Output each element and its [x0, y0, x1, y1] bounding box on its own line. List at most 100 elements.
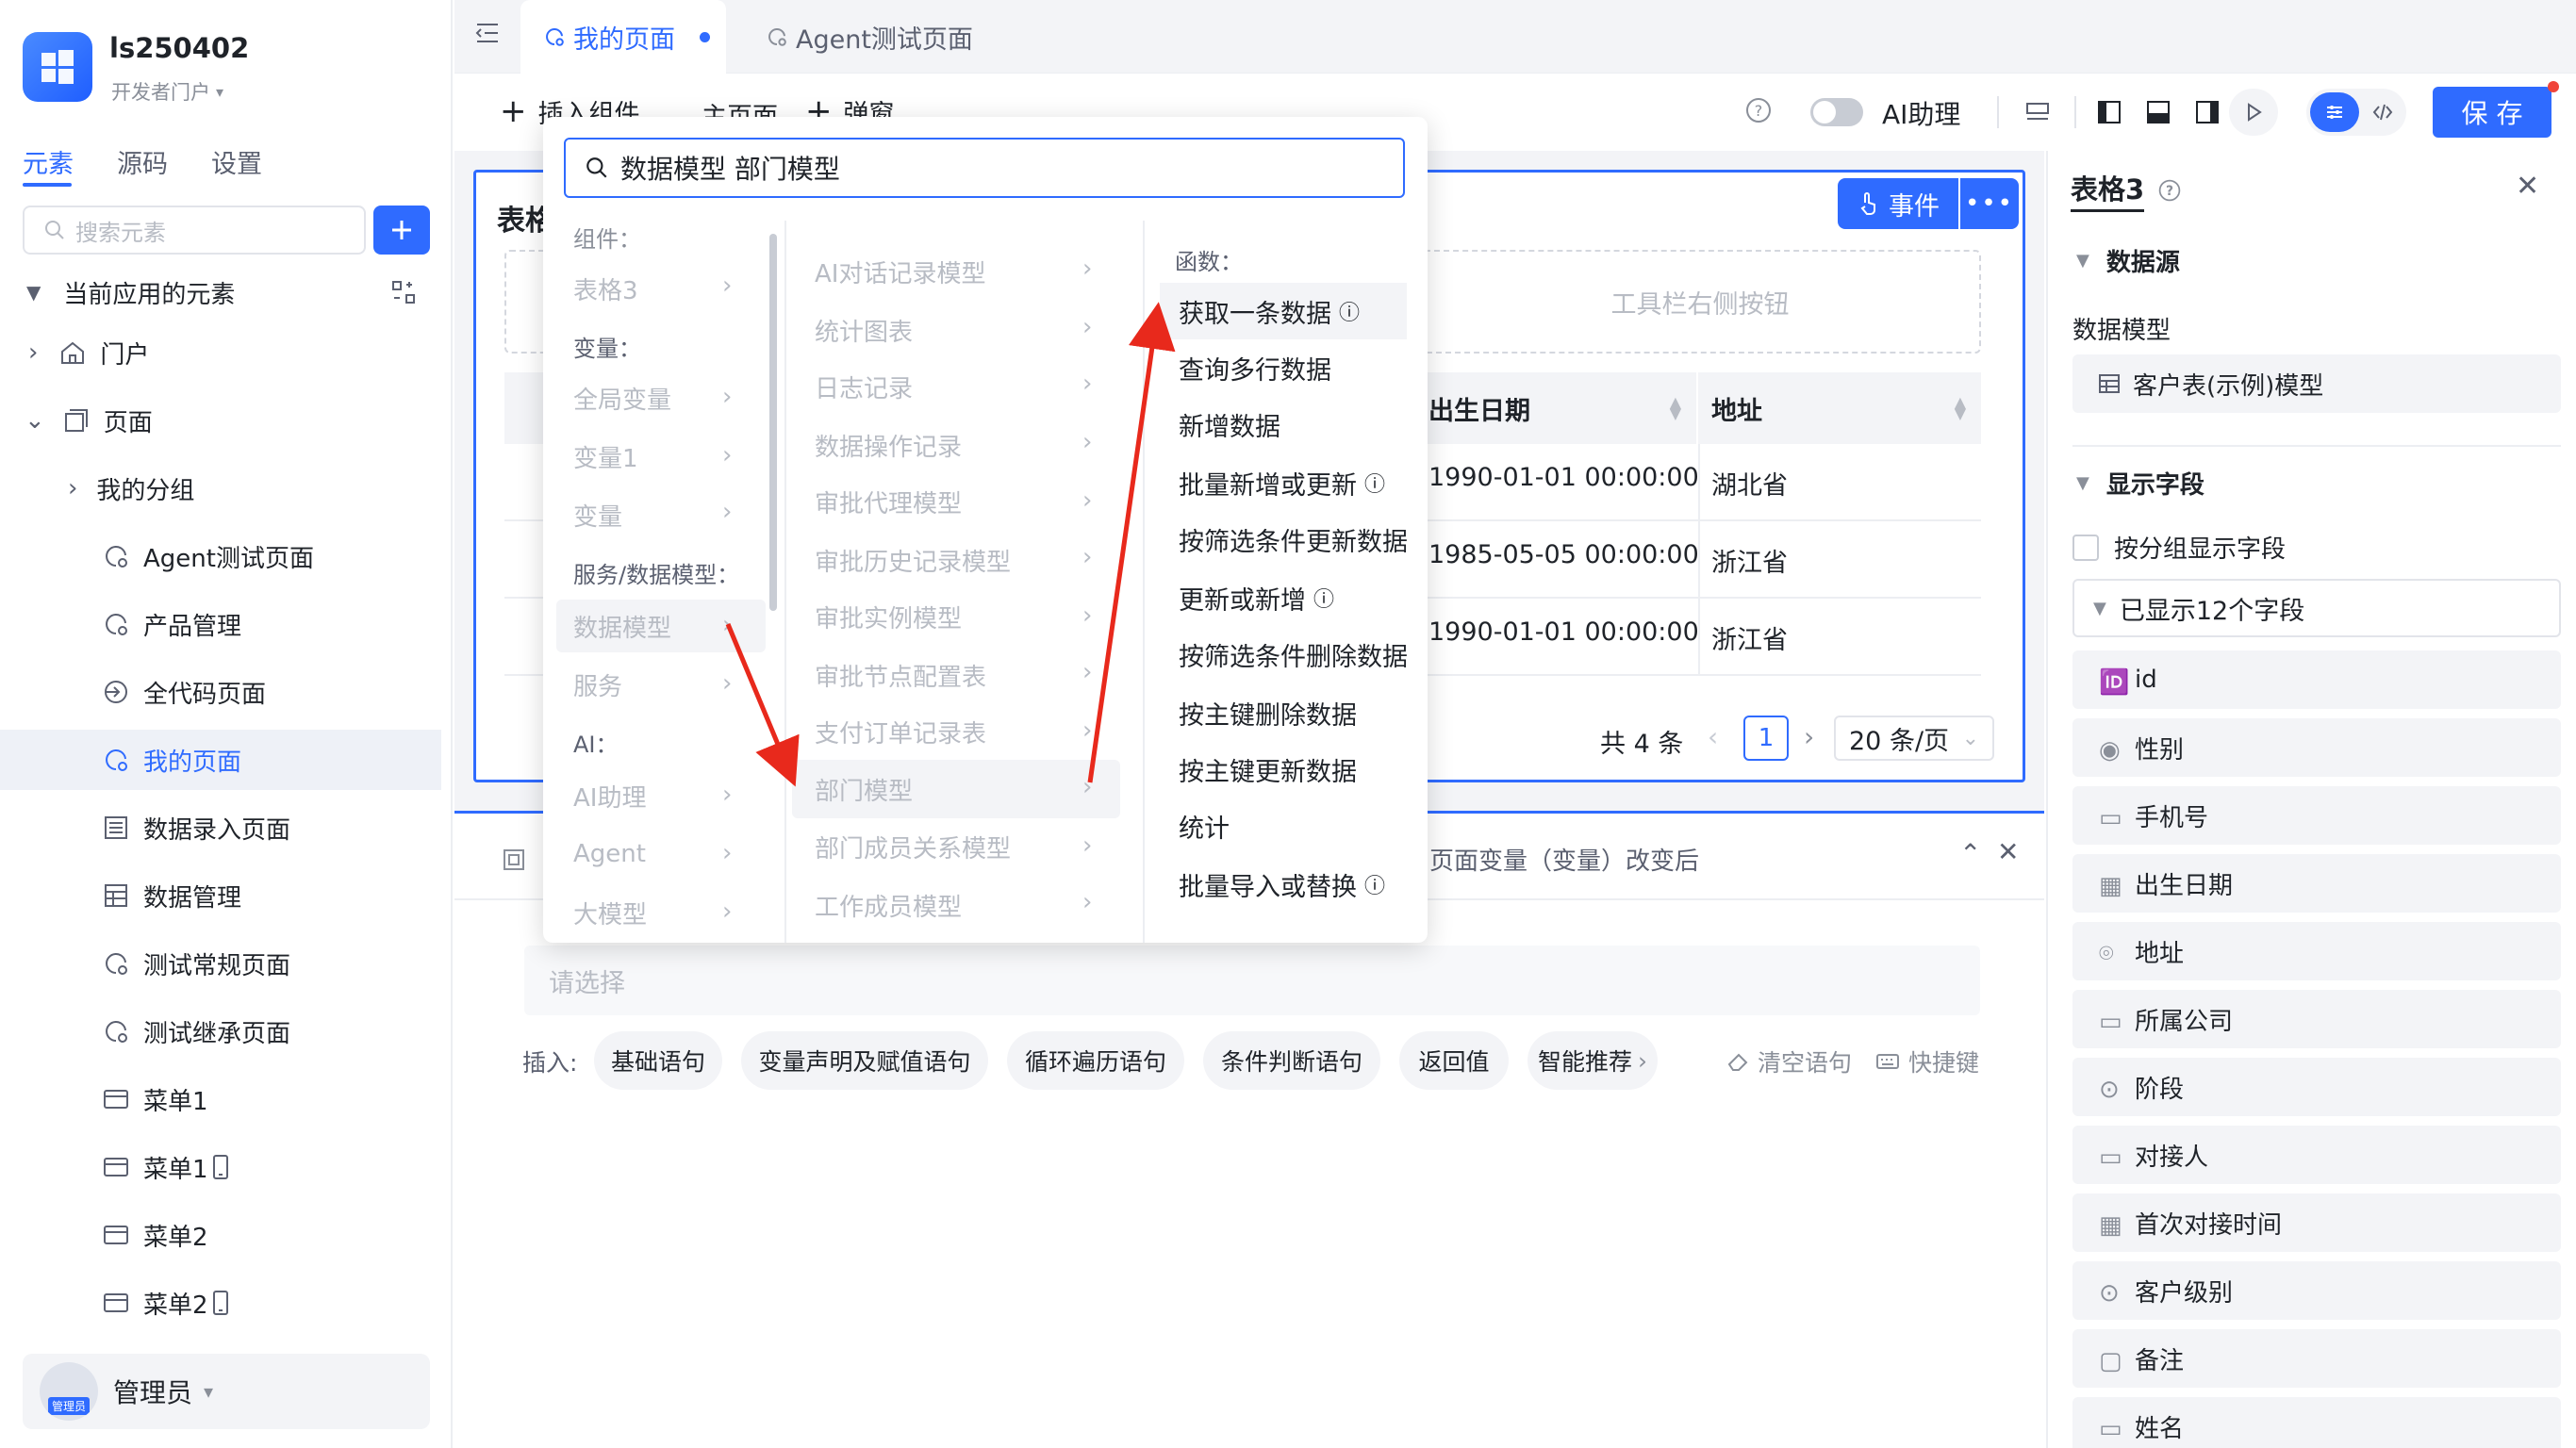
field-row[interactable]: ⌾ 地址	[2072, 922, 2561, 980]
next-page-icon[interactable]: ›	[1804, 721, 1814, 752]
field-row[interactable]: ▦ 首次对接时间	[2072, 1193, 2561, 1252]
user-menu[interactable]: 管理员 管理员 ▾	[23, 1354, 430, 1429]
statement-select[interactable]: 请选择	[524, 946, 1980, 1015]
function-batch-upsert[interactable]: 批量新增或更新 ⓘ	[1145, 454, 1409, 511]
tab-elements[interactable]: 元素	[23, 143, 74, 180]
return-value-button[interactable]: 返回值	[1399, 1031, 1509, 1090]
model-item[interactable]: AI对话记录模型	[815, 245, 1098, 298]
field-row[interactable]: ▭ 姓名	[2072, 1397, 2561, 1448]
field-row[interactable]: ⊙ 阶段	[2072, 1058, 2561, 1116]
loop-statement-button[interactable]: 循环遍历语句	[1007, 1031, 1184, 1090]
dropdown-item-agent[interactable]: Agent	[573, 828, 762, 880]
panel-bottom-icon[interactable]	[2144, 98, 2172, 126]
collapse-icon[interactable]: ⌃	[1959, 838, 1981, 869]
page-number[interactable]: 1	[1743, 716, 1789, 761]
clear-statements-button[interactable]: 清空语句	[1726, 1045, 1852, 1078]
function-update-by-pk[interactable]: 按主键更新数据	[1145, 741, 1409, 798]
function-insert[interactable]: 新增数据	[1145, 396, 1409, 452]
sidebar-item-product-mgmt[interactable]: 产品管理	[0, 594, 441, 654]
dropdown-item-service[interactable]: 服务	[573, 658, 762, 711]
preview-button[interactable]	[2229, 89, 2278, 136]
model-item[interactable]: 审批代理模型	[815, 475, 1098, 528]
column-header-address[interactable]: 地址 ▲ ▼	[1698, 372, 1981, 444]
sidebar-item-menu2-mobile[interactable]: 菜单2	[0, 1273, 441, 1333]
event-button[interactable]: 事件	[1838, 178, 1958, 229]
dropdown-item-table3[interactable]: 表格3	[573, 262, 762, 315]
shortcut-button[interactable]: 快捷键	[1874, 1045, 1979, 1078]
model-item[interactable]: 日志记录	[815, 360, 1098, 413]
display-fields-section[interactable]: ▼ 显示字段	[2076, 466, 2204, 501]
field-row[interactable]: 🆔 id	[2072, 650, 2561, 709]
field-row[interactable]: ▦ 出生日期	[2072, 854, 2561, 913]
sidebar-item-test-normal-page[interactable]: 测试常规页面	[0, 933, 441, 994]
sidebar-item-menu1-mobile[interactable]: 菜单1	[0, 1137, 441, 1197]
toolbar-right-slot[interactable]: 工具栏右侧按钮	[1419, 250, 1981, 354]
field-row[interactable]: ▭ 对接人	[2072, 1126, 2561, 1184]
basic-statement-button[interactable]: 基础语句	[594, 1031, 722, 1090]
field-row[interactable]: ▭ 手机号	[2072, 786, 2561, 845]
tab-my-page[interactable]: 我的页面	[520, 0, 726, 74]
help-icon[interactable]: ?	[1744, 96, 1773, 124]
dropdown-search-input[interactable]: 数据模型 部门模型	[564, 138, 1405, 198]
model-item[interactable]: 支付订单记录表	[815, 705, 1098, 758]
shown-fields-dropdown[interactable]: ▼ 已显示12个字段	[2072, 579, 2561, 637]
dropdown-item-global-vars[interactable]: 全局变量	[573, 371, 762, 424]
element-search-input[interactable]: 搜索元素	[23, 206, 366, 255]
collapse-all-icon[interactable]	[390, 279, 417, 305]
datamodel-select[interactable]: 客户表(示例)模型	[2072, 354, 2561, 413]
add-element-button[interactable]	[373, 206, 430, 255]
sidebar-item-pages[interactable]: ⌄ 页面	[0, 390, 441, 451]
sidebar-item-fullcode-page[interactable]: 全代码页面	[0, 662, 441, 722]
function-get-one[interactable]: 获取一条数据 ⓘ	[1160, 283, 1407, 339]
sidebar-item-agent-test-page[interactable]: Agent测试页面	[0, 526, 441, 586]
sidebar-item-my-group[interactable]: › 我的分组	[0, 458, 441, 518]
var-declare-button[interactable]: 变量声明及赋值语句	[741, 1031, 988, 1090]
scrollbar-thumb[interactable]	[769, 234, 777, 611]
tab-agent-test-page[interactable]: Agent测试页面	[766, 0, 973, 74]
function-delete-by-pk[interactable]: 按主键删除数据	[1145, 684, 1409, 741]
model-item[interactable]: 审批历史记录模型	[815, 534, 1098, 586]
column-header-birthdate[interactable]: 出生日期 ▲ ▼	[1415, 372, 1698, 444]
field-row[interactable]: ▢ 备注	[2072, 1329, 2561, 1388]
more-button[interactable]: •••	[1960, 178, 2019, 229]
help-icon[interactable]: ?	[2157, 178, 2182, 203]
model-item[interactable]: 部门成员关系模型	[815, 820, 1098, 873]
code-icon[interactable]	[2370, 100, 2395, 124]
close-icon[interactable]: ✕	[2516, 170, 2539, 203]
function-statistics[interactable]: 统计	[1145, 798, 1409, 854]
prev-page-icon[interactable]: ‹	[1708, 721, 1718, 752]
field-row[interactable]: ⊙ 客户级别	[2072, 1261, 2561, 1320]
sidebar-item-menu2[interactable]: 菜单2	[0, 1205, 441, 1265]
portal-switcher[interactable]: 开发者门户 ▾	[111, 77, 223, 106]
tab-settings[interactable]: 设置	[211, 143, 262, 180]
ai-toggle[interactable]	[1810, 98, 1863, 126]
section-current-app[interactable]: ▼ 当前应用的元素	[0, 262, 441, 322]
model-item[interactable]: 数据操作记录	[815, 419, 1098, 471]
function-delete-by-filter[interactable]: 按筛选条件删除数据	[1145, 626, 1409, 683]
panel-left-icon[interactable]	[2095, 98, 2123, 126]
function-upsert[interactable]: 更新或新增 ⓘ	[1145, 569, 1409, 626]
settings-mode-button[interactable]	[2310, 92, 2359, 132]
datasource-section[interactable]: ▼ 数据源	[2076, 243, 2180, 278]
model-item[interactable]: 审批实例模型	[815, 590, 1098, 643]
group-display-checkbox[interactable]: 按分组显示字段	[2072, 530, 2286, 565]
model-item[interactable]: 审批节点配置表	[815, 649, 1098, 701]
save-button[interactable]: 保 存	[2433, 87, 2551, 138]
page-size-select[interactable]: 20 条/页 ⌄	[1834, 716, 1994, 761]
sidebar-item-menu1[interactable]: 菜单1	[0, 1069, 441, 1129]
collapse-sidebar-icon[interactable]	[473, 19, 502, 47]
sidebar-item-data-mgmt[interactable]: 数据管理	[0, 865, 441, 926]
sidebar-item-portal[interactable]: › 门户	[0, 322, 441, 383]
condition-statement-button[interactable]: 条件判断语句	[1203, 1031, 1380, 1090]
dropdown-item-llm[interactable]: 大模型	[573, 886, 762, 939]
function-batch-import[interactable]: 批量导入或替换 ⓘ	[1145, 856, 1409, 913]
field-row[interactable]: ◉ 性别	[2072, 718, 2561, 777]
close-icon[interactable]: ✕	[1997, 836, 2019, 867]
tab-source[interactable]: 源码	[117, 143, 168, 180]
model-item-dept-model[interactable]: 部门模型	[792, 760, 1120, 818]
field-row[interactable]: ▭ 所属公司	[2072, 990, 2561, 1048]
smart-recommend-button[interactable]: 智能推荐 ›	[1527, 1031, 1658, 1090]
sidebar-item-my-page[interactable]: 我的页面	[0, 730, 441, 790]
dropdown-item-var1[interactable]: 变量1	[573, 430, 762, 483]
sidebar-item-test-inherit-page[interactable]: 测试继承页面	[0, 1001, 441, 1061]
